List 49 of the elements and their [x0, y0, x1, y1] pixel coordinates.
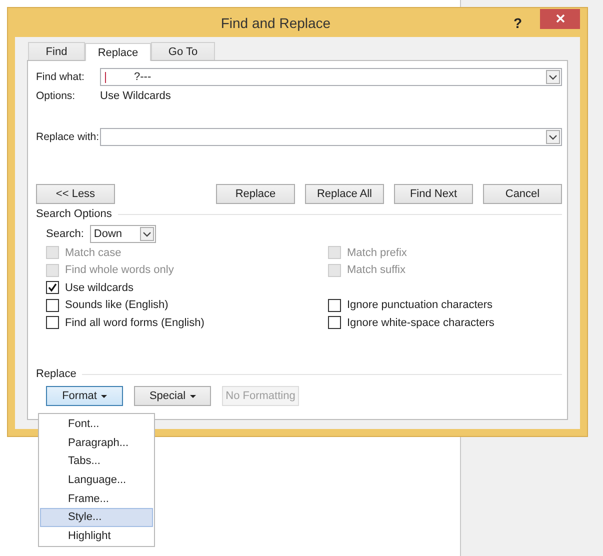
checkbox-label[interactable]: Find all word forms (English) [65, 316, 204, 329]
section-title: Search Options [36, 208, 112, 220]
field-value: ?--- [134, 71, 152, 83]
field-label: Find what: [36, 71, 86, 83]
menu-button[interactable]: Special [134, 386, 211, 406]
menu-item[interactable]: Language... [40, 470, 153, 490]
tab[interactable]: Replace [85, 43, 151, 61]
tab[interactable]: Find [28, 42, 85, 60]
menu-item[interactable]: Font... [40, 415, 153, 434]
menu-item[interactable]: Style... [40, 508, 153, 527]
dialog-button[interactable]: Cancel [483, 184, 562, 204]
check-icon [48, 283, 57, 292]
options-label: Options: [36, 90, 76, 104]
checkbox-label[interactable]: Ignore white-space characters [347, 316, 494, 329]
checkbox[interactable] [328, 316, 341, 330]
replace-with-field[interactable] [100, 128, 562, 146]
checkbox-label[interactable]: Sounds like (English) [65, 299, 168, 312]
menu-item[interactable]: Tabs... [40, 452, 153, 471]
section-title: Replace [36, 368, 76, 380]
menu-item[interactable]: Frame... [40, 489, 153, 508]
checkbox-label[interactable]: Ignore punctuation characters [347, 299, 493, 312]
dialog-button[interactable]: Replace All [305, 184, 384, 204]
dialog-button[interactable]: Replace [216, 184, 295, 204]
chevron-down-icon [549, 134, 557, 140]
search-label: Search: [46, 228, 84, 240]
chevron-down-icon [142, 232, 151, 236]
dropdown-button[interactable] [546, 130, 560, 144]
find-what-field[interactable]: ?--- [100, 68, 562, 86]
checkbox[interactable] [46, 298, 59, 312]
checkbox[interactable] [328, 298, 341, 312]
checkbox[interactable] [46, 316, 59, 330]
dropdown-button[interactable] [546, 70, 560, 84]
help-button[interactable]: ? [513, 14, 522, 30]
checkbox[interactable] [46, 281, 59, 294]
close-icon [556, 14, 564, 23]
dropdown-button[interactable] [140, 227, 154, 241]
field-label: Replace with: [36, 131, 100, 143]
close-button[interactable] [540, 8, 580, 28]
checkbox-label[interactable]: Use wildcards [65, 282, 134, 294]
dialog-button[interactable]: << Less [36, 184, 115, 204]
chevron-down-icon [549, 74, 557, 80]
menu-button[interactable]: Format [46, 386, 123, 406]
window-title: Find and Replace [220, 14, 332, 30]
menu-item[interactable]: Highlight [40, 526, 153, 546]
options-value: Use Wildcards [100, 90, 171, 104]
dialog-button[interactable]: Find Next [394, 184, 473, 204]
menu-item[interactable]: Paragraph... [40, 434, 153, 452]
search-direction-select[interactable]: Down [90, 225, 156, 243]
tab[interactable]: Go To [151, 42, 215, 60]
